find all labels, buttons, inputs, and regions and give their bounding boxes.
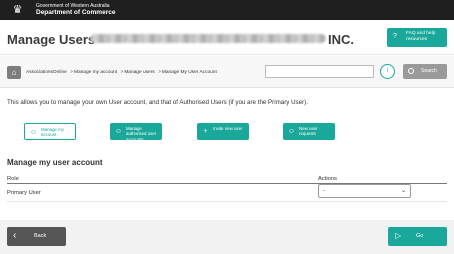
tile-label: New user requests (299, 126, 318, 137)
department-name: Department of Commerce (36, 9, 116, 16)
column-header-role: Role (7, 176, 19, 182)
tile-label: Manage authorised user accounts (126, 126, 157, 142)
users-icon: ☺ (114, 128, 123, 135)
coat-of-arms-icon: ♛ (12, 4, 23, 16)
breadcrumb-item-associationsonline[interactable]: AssociationsOnline (26, 70, 67, 75)
add-user-icon: + (203, 128, 208, 135)
person-icon: ☺ (29, 129, 38, 136)
play-icon: ▷ (395, 231, 402, 240)
section-title: Manage my user account (7, 158, 103, 167)
faq-help-label: FAQ and help resources (406, 31, 436, 42)
breadcrumb-item-manage-my-account[interactable]: Manage my account (74, 70, 117, 75)
chevron-down-icon: ⌄ (400, 188, 406, 194)
home-icon[interactable]: ⌂ (7, 66, 21, 79)
chevron-left-icon: ‹ (13, 230, 17, 241)
role-cell: Primary User (7, 190, 41, 196)
government-topbar: ♛ Government of Western Australia Depart… (0, 0, 454, 20)
breadcrumb-bar: ⌂ AssociationsOnline >Manage my account … (0, 56, 454, 88)
search-icon (408, 68, 414, 74)
search-button[interactable]: Search (403, 64, 447, 79)
action-tiles: ☺ Manage my account ☺ Manage authorised … (0, 118, 454, 152)
breadcrumb-separator: > (158, 70, 161, 75)
faq-help-button[interactable]: ? FAQ and help resources (387, 28, 447, 47)
page-title: Manage Users - (7, 32, 104, 47)
table-row-divider (7, 201, 447, 202)
back-button-label: Back (34, 233, 47, 239)
page-title-suffix: INC. (328, 32, 354, 47)
actions-select[interactable]: - ⌄ (318, 184, 411, 198)
info-icon[interactable]: i (380, 64, 395, 79)
breadcrumb-separator: > (120, 70, 124, 75)
tile-invite-new-user[interactable]: + Invite new user (197, 123, 249, 140)
tile-label: Invite new user (213, 126, 243, 131)
actions-select-value: - (323, 188, 325, 194)
back-button[interactable]: ‹ Back (7, 227, 66, 246)
page-header: Manage Users - INC. ? FAQ and help resou… (0, 20, 454, 55)
breadcrumb-separator: > (70, 70, 73, 75)
intro-text: This allows you to manage your own User … (7, 99, 308, 106)
redacted-organisation-name (90, 34, 326, 43)
user-request-icon: ☺ (287, 128, 296, 135)
go-button[interactable]: ▷ Go (388, 227, 447, 246)
search-input[interactable] (265, 65, 374, 78)
tile-label: Manage my account (41, 127, 64, 138)
breadcrumb-item-current: Manage My User Account (161, 70, 217, 75)
tile-manage-my-account[interactable]: ☺ Manage my account (24, 123, 76, 140)
breadcrumb-item-manage-users[interactable]: Manage users (124, 70, 154, 75)
breadcrumb: AssociationsOnline >Manage my account >M… (26, 69, 217, 76)
tile-new-user-requests[interactable]: ☺ New user requests (283, 123, 335, 140)
search-button-label: Search (421, 68, 437, 74)
column-header-actions: Actions (318, 176, 338, 182)
go-button-label: Go (416, 233, 424, 239)
question-icon: ? (393, 33, 397, 40)
tile-manage-authorised-users[interactable]: ☺ Manage authorised user accounts (110, 123, 162, 142)
footer-bar: ‹ Back ▷ Go (0, 220, 454, 254)
